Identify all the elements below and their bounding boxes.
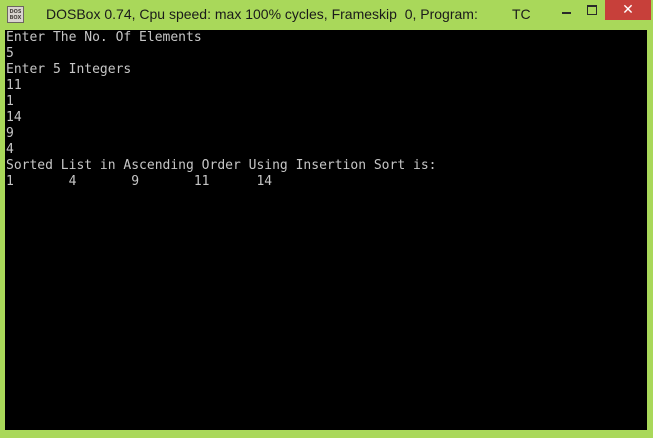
window-title: DOSBox 0.74, Cpu speed: max 100% cycles,… (46, 6, 478, 22)
maximize-button[interactable] (579, 0, 605, 20)
minimize-icon (561, 12, 571, 14)
console-line: 4 (6, 142, 14, 157)
console-line: 11 (6, 78, 22, 93)
console-line: 5 (6, 46, 14, 61)
maximize-icon (587, 5, 597, 15)
console-line: 9 (6, 126, 14, 141)
console-line: 1 4 9 11 14 (6, 174, 273, 189)
console-line: Enter The No. Of Elements (6, 30, 202, 45)
console-line: Sorted List in Ascending Order Using Ins… (6, 158, 437, 173)
console-line: 14 (6, 110, 22, 125)
console-output[interactable]: Enter The No. Of Elements 5 Enter 5 Inte… (5, 30, 647, 430)
close-button[interactable]: ✕ (605, 0, 651, 20)
minimize-button[interactable] (553, 0, 579, 20)
console-line: Enter 5 Integers (6, 62, 132, 77)
close-icon: ✕ (622, 2, 634, 18)
title-bar[interactable]: DOS BOX DOSBox 0.74, Cpu speed: max 100%… (0, 0, 653, 30)
dosbox-app-icon[interactable]: DOS BOX (7, 6, 24, 23)
program-name: TC (512, 6, 531, 22)
console-line: 1 (6, 94, 14, 109)
dosbox-window: DOS BOX DOSBox 0.74, Cpu speed: max 100%… (0, 0, 653, 438)
